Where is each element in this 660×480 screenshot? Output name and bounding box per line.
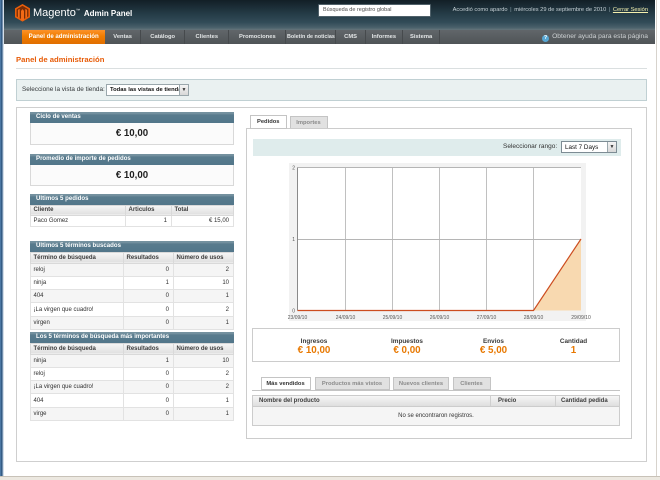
svg-text:27/09/10: 27/09/10 bbox=[477, 315, 497, 321]
svg-text:29/09/10: 29/09/10 bbox=[571, 315, 591, 321]
svg-text:2: 2 bbox=[292, 166, 295, 172]
svg-text:25/09/10: 25/09/10 bbox=[383, 315, 403, 321]
svg-text:24/09/10: 24/09/10 bbox=[336, 315, 356, 321]
svg-text:28/09/10: 28/09/10 bbox=[524, 315, 544, 321]
svg-text:0: 0 bbox=[292, 309, 295, 315]
svg-text:26/09/10: 26/09/10 bbox=[430, 315, 450, 321]
svg-text:23/09/10: 23/09/10 bbox=[288, 315, 308, 321]
svg-text:1: 1 bbox=[292, 237, 295, 243]
